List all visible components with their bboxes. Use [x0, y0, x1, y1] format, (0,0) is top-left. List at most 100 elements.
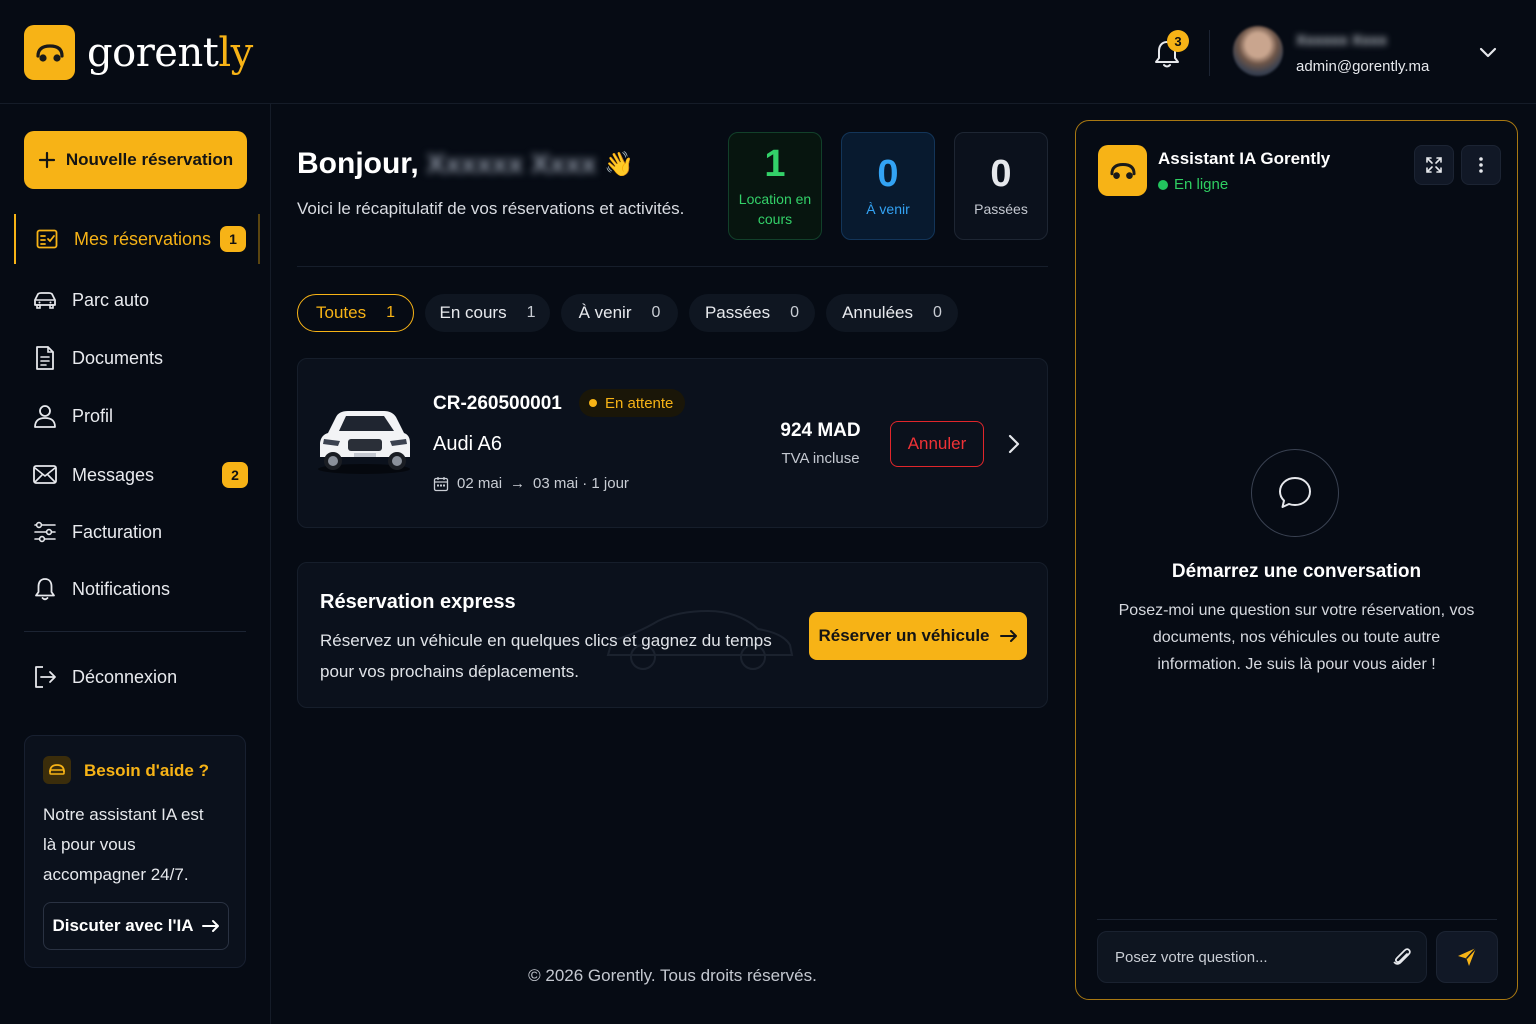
- empty-state-text: Posez-moi une question sur votre réserva…: [1118, 602, 1475, 673]
- brand-logo[interactable]: gorently: [24, 25, 253, 80]
- reservation-code: CR-260500001: [433, 393, 562, 414]
- notification-count-badge: 3: [1167, 30, 1189, 52]
- sidebar-divider: [24, 631, 246, 632]
- express-reservation-card: Réservation express Réservez un véhicule…: [297, 562, 1048, 708]
- greeting-heading: Bonjour, Xxxxxx Xxxx 👋: [297, 147, 634, 181]
- sidebar-item-label: Notifications: [72, 578, 171, 599]
- calendar-icon: [34, 226, 60, 252]
- tab-label: En cours: [439, 303, 507, 322]
- tab-all[interactable]: Toutes 1: [297, 294, 414, 332]
- assistant-logo-icon: [1098, 145, 1147, 196]
- help-text: Notre assistant IA est là pour vous acco…: [43, 805, 204, 884]
- tab-cancelled[interactable]: Annulées 0: [826, 294, 958, 332]
- chevron-right-icon[interactable]: [1003, 433, 1023, 455]
- tab-label: À venir: [578, 303, 632, 322]
- paperclip-icon[interactable]: [1390, 945, 1414, 969]
- chat-input[interactable]: [1097, 931, 1427, 983]
- user-name: Xxxxxx Xxxx: [1296, 32, 1387, 49]
- date-from: 02 mai: [457, 475, 503, 492]
- mail-icon: [32, 462, 58, 488]
- logout-button[interactable]: Déconnexion: [14, 652, 260, 702]
- date-to: 03 mai · 1 jour: [533, 475, 629, 492]
- chat-bubble-icon: [1251, 449, 1339, 537]
- user-icon: [32, 403, 58, 429]
- reservations-count-badge: 1: [220, 226, 246, 252]
- tab-upcoming[interactable]: À venir 0: [561, 294, 678, 332]
- tab-count: 1: [386, 304, 395, 321]
- reserve-vehicle-button[interactable]: Réserver un véhicule: [809, 612, 1027, 660]
- tab-count: 0: [790, 304, 800, 321]
- stat-value: 1: [764, 143, 786, 185]
- sidebar-item-notifications[interactable]: Notifications: [14, 564, 260, 614]
- online-dot: [1158, 179, 1168, 190]
- brand-name: gorently: [87, 30, 253, 76]
- arrow-right-icon: [201, 920, 219, 932]
- stat-current-rentals[interactable]: 1 Location en cours: [728, 132, 822, 240]
- bell-icon: [32, 576, 58, 602]
- send-icon: [1458, 947, 1477, 966]
- tab-count: 1: [526, 304, 536, 321]
- waving-hand-icon: 👋: [604, 150, 635, 178]
- sidebar: Nouvelle réservation Mes réservations 1 …: [0, 104, 271, 1024]
- logo-car-icon: [24, 25, 75, 80]
- express-description: Réservez un véhicule en quelques clics e…: [320, 631, 772, 681]
- greeting-user-name: Xxxxxx Xxxx: [426, 148, 597, 179]
- expand-button[interactable]: [1414, 145, 1454, 185]
- brand-name-main: gorent: [87, 29, 219, 76]
- new-reservation-label: Nouvelle réservation: [65, 150, 234, 169]
- assistant-car-icon: [43, 756, 71, 784]
- brand-name-accent: ly: [218, 29, 253, 76]
- arrow-right-icon: [999, 630, 1017, 642]
- tab-in-progress[interactable]: En cours 1: [425, 294, 550, 332]
- tab-label: Passées: [704, 303, 771, 322]
- chevron-down-icon[interactable]: [1478, 42, 1498, 62]
- sidebar-item-profile[interactable]: Profil: [14, 391, 260, 441]
- calendar-icon: [433, 476, 449, 491]
- new-reservation-button[interactable]: Nouvelle réservation: [24, 131, 247, 189]
- vehicle-model: Audi A6: [433, 433, 502, 455]
- reservation-price: 924 MAD: [780, 420, 861, 441]
- reserve-vehicle-label: Réserver un véhicule: [818, 626, 990, 645]
- sidebar-item-reservations[interactable]: Mes réservations 1: [14, 214, 260, 264]
- greeting-text: Bonjour,: [297, 147, 419, 180]
- status-badge: En attente: [579, 389, 686, 417]
- logout-icon: [32, 664, 58, 690]
- chat-with-ai-button[interactable]: Discuter avec l'IA: [43, 902, 229, 950]
- status-label: En attente: [605, 394, 674, 412]
- logout-label: Déconnexion: [72, 666, 178, 687]
- assistant-title: Assistant IA Gorently: [1158, 149, 1331, 168]
- messages-count-badge: 2: [222, 462, 248, 488]
- stat-upcoming-rentals[interactable]: 0 À venir: [841, 132, 935, 240]
- sidebar-item-billing[interactable]: Facturation: [14, 507, 260, 557]
- sidebar-item-label: Messages: [72, 464, 155, 485]
- tab-count: 0: [932, 304, 942, 321]
- ai-assistant-panel: Assistant IA Gorently En ligne Démarrez …: [1075, 120, 1518, 1000]
- expand-icon: [1426, 157, 1442, 173]
- sidebar-item-fleet[interactable]: Parc auto: [14, 275, 260, 325]
- stat-value: 0: [990, 153, 1012, 195]
- reservation-card[interactable]: CR-260500001 En attente Audi A6 02 mai →…: [297, 358, 1048, 528]
- stat-past-rentals[interactable]: 0 Passées: [954, 132, 1048, 240]
- more-options-button[interactable]: [1461, 145, 1501, 185]
- stat-label: À venir: [866, 201, 910, 217]
- assistant-status-label: En ligne: [1174, 176, 1229, 193]
- sidebar-item-messages[interactable]: Messages 2: [14, 450, 260, 500]
- user-avatar[interactable]: [1233, 26, 1283, 76]
- sidebar-item-label: Parc auto: [72, 289, 150, 310]
- express-title: Réservation express: [320, 591, 516, 613]
- tab-label: Annulées: [842, 303, 913, 322]
- more-vertical-icon: [1479, 157, 1483, 173]
- tab-label: Toutes: [316, 303, 367, 322]
- content-divider: [297, 266, 1048, 267]
- car-icon: [32, 287, 58, 313]
- send-button[interactable]: [1436, 931, 1498, 983]
- stat-value: 0: [877, 153, 899, 195]
- sidebar-item-label: Profil: [72, 405, 114, 426]
- header-divider: [1209, 30, 1210, 76]
- sidebar-item-documents[interactable]: Documents: [14, 333, 260, 383]
- tab-past[interactable]: Passées 0: [689, 294, 815, 332]
- help-card: Besoin d'aide ? Notre assistant IA est l…: [24, 735, 246, 968]
- sliders-icon: [32, 519, 58, 545]
- cancel-reservation-button[interactable]: Annuler: [890, 421, 984, 467]
- user-email: admin@gorently.ma: [1296, 58, 1430, 75]
